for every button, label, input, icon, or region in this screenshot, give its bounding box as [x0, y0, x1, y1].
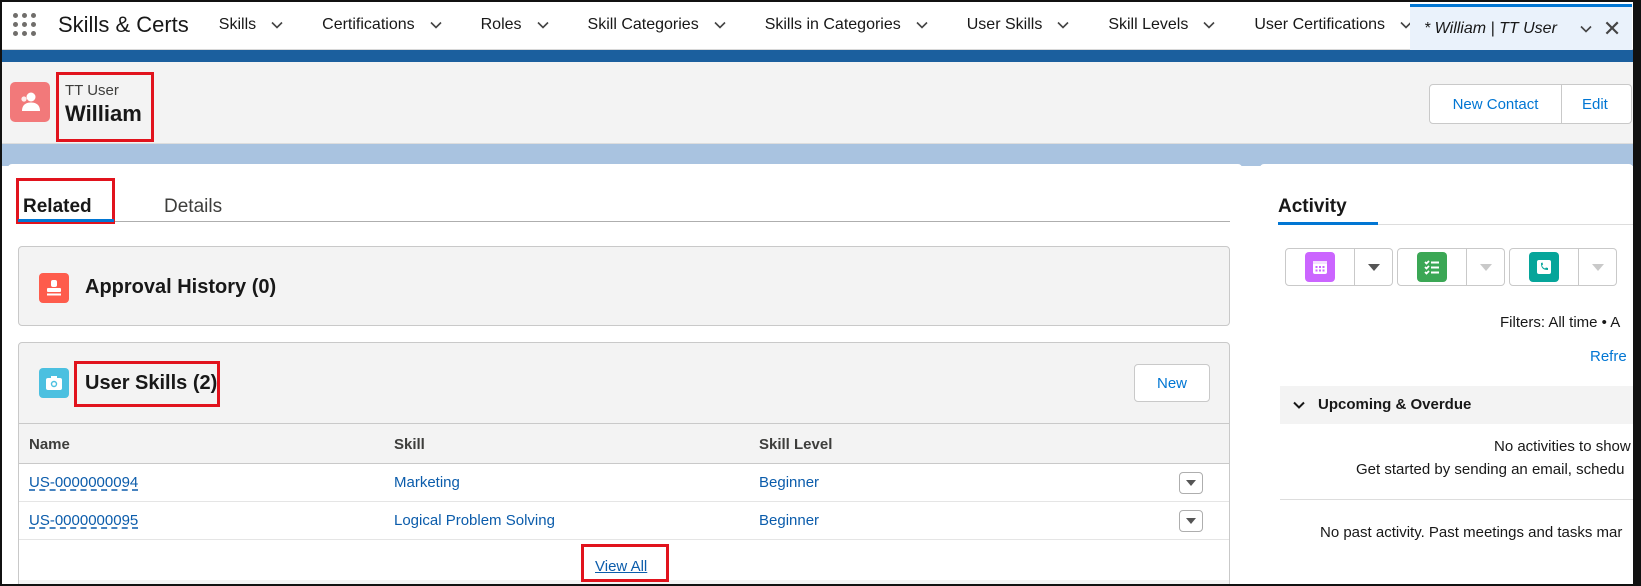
tab-related[interactable]: Related	[23, 196, 92, 218]
contact-icon	[10, 82, 50, 122]
window-edge	[1633, 0, 1641, 586]
divider	[1280, 499, 1633, 500]
user-skills-table: Name Skill Skill Level US-0000000094 Mar…	[19, 423, 1229, 582]
header-band-lower	[0, 144, 1641, 166]
record-name: William	[65, 101, 142, 126]
user-skill-name-link[interactable]: US-0000000094	[29, 474, 138, 491]
chevron-down-icon[interactable]	[536, 18, 550, 32]
nav-item-label: Skills	[218, 15, 257, 33]
tab-activity[interactable]: Activity	[1278, 196, 1347, 218]
activity-filters[interactable]: Filters: All time • A	[1500, 314, 1620, 331]
activity-composer-buttons	[1285, 248, 1621, 286]
header-actions: New Contact Edit	[1429, 84, 1632, 124]
chevron-down-icon[interactable]	[429, 18, 443, 32]
approval-history-card: Approval History (0)	[18, 246, 1230, 326]
record-tabs: Related Details	[16, 178, 1230, 224]
column-header-name[interactable]: Name	[29, 436, 70, 453]
upcoming-overdue-section[interactable]: Upcoming & Overdue	[1280, 386, 1633, 424]
tab-record-label: * William | TT User	[1424, 19, 1557, 37]
nav-items: Skills Certifications Roles Skill Catego…	[219, 0, 1413, 50]
chevron-down-icon	[1293, 401, 1305, 409]
activity-panel: Activity Filters: All time • A Refre Upc…	[1260, 164, 1633, 586]
caret-down-icon	[1367, 264, 1380, 271]
app-launcher-button[interactable]	[2, 0, 46, 50]
chevron-down-icon[interactable]	[915, 18, 929, 32]
record-type-label: TT User	[65, 82, 119, 99]
chevron-down-icon[interactable]	[713, 18, 727, 32]
upcoming-overdue-label: Upcoming & Overdue	[1318, 396, 1472, 413]
get-started-text: Get started by sending an email, schedu	[1356, 461, 1625, 478]
call-dropdown-button[interactable]	[1579, 248, 1617, 286]
nav-item-skill-levels[interactable]: Skill Levels	[1108, 0, 1216, 50]
nav-item-label: Skills in Categories	[764, 15, 901, 33]
log-call-button[interactable]	[1509, 248, 1579, 286]
nav-item-certifications[interactable]: Certifications	[322, 0, 442, 50]
log-call-icon	[1529, 252, 1559, 282]
nav-item-label: User Skills	[966, 15, 1043, 33]
caret-down-icon	[1479, 264, 1492, 271]
no-past-activity-text: No past activity. Past meetings and task…	[1320, 524, 1623, 541]
camera-icon	[39, 368, 69, 398]
no-activities-text: No activities to show	[1494, 438, 1631, 455]
nav-item-label: Skill Categories	[587, 15, 699, 33]
table-footer: View All	[19, 540, 1229, 582]
skill-level-link[interactable]: Beginner	[759, 474, 819, 491]
column-header-skill-level[interactable]: Skill Level	[759, 436, 832, 453]
row-actions-button[interactable]	[1179, 510, 1203, 532]
task-dropdown-button[interactable]	[1467, 248, 1505, 286]
table-row: US-0000000094 Marketing Beginner	[19, 464, 1229, 502]
chevron-down-icon[interactable]	[1056, 18, 1070, 32]
chevron-down-icon[interactable]	[1579, 22, 1593, 36]
new-contact-button[interactable]: New Contact	[1429, 84, 1562, 124]
task-checklist-icon	[1417, 252, 1447, 282]
skill-link[interactable]: Marketing	[394, 474, 460, 491]
skill-level-link[interactable]: Beginner	[759, 512, 819, 529]
edit-button[interactable]: Edit	[1562, 84, 1632, 124]
nav-item-skills-in-categories[interactable]: Skills in Categories	[765, 0, 929, 50]
global-nav: Skills & Certs Skills Certifications Rol…	[0, 0, 1641, 50]
calendar-icon	[1305, 252, 1335, 282]
table-header: Name Skill Skill Level	[19, 423, 1229, 464]
nav-item-skills[interactable]: Skills	[219, 0, 284, 50]
active-tab-indicator	[18, 219, 114, 222]
user-skill-name-link[interactable]: US-0000000095	[29, 512, 138, 529]
user-skills-card: User Skills (2) New Name Skill Skill Lev…	[18, 342, 1230, 586]
approval-stamp-icon	[39, 273, 69, 303]
nav-item-skill-categories[interactable]: Skill Categories	[588, 0, 727, 50]
nav-item-label: User Certifications	[1254, 15, 1386, 33]
skill-link[interactable]: Logical Problem Solving	[394, 512, 555, 529]
nav-item-roles[interactable]: Roles	[481, 0, 550, 50]
approval-history-title[interactable]: Approval History (0)	[85, 276, 276, 299]
close-icon[interactable]: ✕	[1603, 16, 1621, 42]
app-name: Skills & Certs	[58, 11, 189, 37]
new-event-button[interactable]	[1285, 248, 1355, 286]
caret-down-icon	[1186, 518, 1196, 524]
row-actions-button[interactable]	[1179, 472, 1203, 494]
new-task-button[interactable]	[1397, 248, 1467, 286]
caret-down-icon	[1186, 480, 1196, 486]
related-panel: Related Details Approval History (0) Use…	[8, 164, 1242, 586]
nav-item-user-certifications[interactable]: User Certifications	[1254, 0, 1413, 50]
tab-record-william[interactable]: * William | TT User ✕	[1410, 4, 1632, 50]
nav-item-label: Skill Levels	[1108, 15, 1189, 33]
nav-item-label: Roles	[480, 15, 522, 33]
view-all-link[interactable]: View All	[595, 558, 647, 575]
event-dropdown-button[interactable]	[1355, 248, 1393, 286]
new-user-skill-button[interactable]: New	[1134, 364, 1210, 402]
chevron-down-icon[interactable]	[1202, 18, 1216, 32]
app-launcher-icon	[12, 13, 36, 36]
table-row: US-0000000095 Logical Problem Solving Be…	[19, 502, 1229, 540]
tab-details[interactable]: Details	[164, 196, 222, 218]
nav-item-label: Certifications	[322, 15, 415, 33]
caret-down-icon	[1591, 264, 1604, 271]
chevron-down-icon[interactable]	[270, 18, 284, 32]
record-header: TT User William New Contact Edit	[0, 62, 1641, 144]
column-header-skill[interactable]: Skill	[394, 436, 425, 453]
active-tab-indicator	[1278, 222, 1378, 225]
user-skills-title[interactable]: User Skills (2)	[85, 372, 217, 395]
refresh-link[interactable]: Refre	[1590, 348, 1627, 365]
nav-item-user-skills[interactable]: User Skills	[967, 0, 1071, 50]
